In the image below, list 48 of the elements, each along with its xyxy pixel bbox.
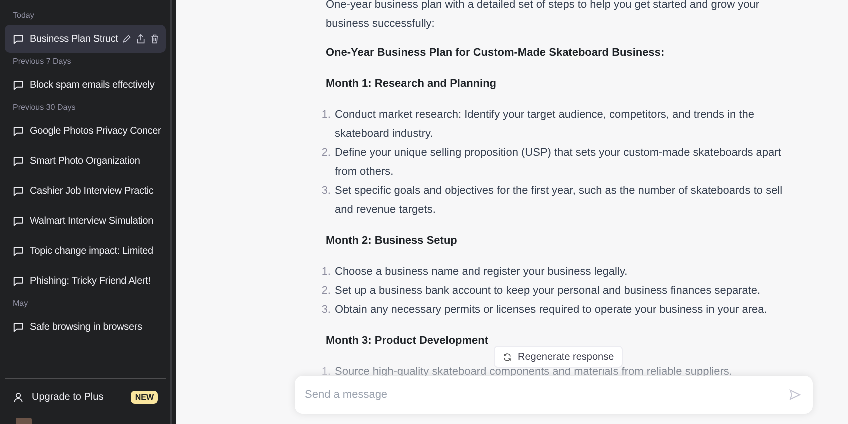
list-item: Define your unique selling proposition (USP) that sets your custom-made skateboards apart from others. [335, 146, 782, 180]
list-number: 2. [320, 146, 331, 161]
section-label: Previous 30 Days [12, 102, 77, 114]
chat-item[interactable]: Google Photos Privacy Concer [5, 117, 166, 145]
chat-item[interactable]: Safe browsing in browsers [5, 313, 166, 341]
list-number: 2. [320, 284, 331, 299]
message-field[interactable]: Send a message [295, 376, 813, 414]
list-number: 1. [320, 108, 331, 123]
section-heading: Month 1: Research and Planning [326, 77, 498, 92]
chat-item[interactable]: Smart Photo Organization [5, 147, 166, 175]
chat-icon [13, 246, 24, 256]
chat-icon [13, 156, 24, 166]
list-item: Conduct market research: Identify your target audience, competitors, and trends in the skateboard industry. [335, 108, 756, 142]
list-item: Obtain any necessary permits or licenses required to operate your business in your area. [335, 303, 768, 318]
chat-icon [13, 276, 24, 286]
list-item: Set specific goals and objectives for the first year, such as the number of skateboards to sell and revenue targets. [335, 184, 784, 218]
chat-icon [13, 322, 24, 332]
chat-icon [13, 80, 24, 90]
chat-icon [13, 34, 24, 44]
edit-icon[interactable] [122, 34, 132, 44]
upgrade-button[interactable]: Upgrade to Plus NEW [5, 387, 166, 408]
list-item: Choose a business name and register your business legally. [335, 265, 628, 280]
section-label: Previous 7 Days [12, 56, 72, 68]
message-paragraph: One-year business plan with a detailed set of steps to help you get started and grow your business successfully: [326, 0, 761, 32]
chat-item[interactable]: Block spam emails effectively [5, 71, 166, 99]
chat-icon [13, 216, 24, 226]
section-label: Today [12, 10, 36, 22]
section-label: May [12, 298, 30, 310]
section-heading: Month 3: Product Development [326, 334, 490, 349]
regenerate-button[interactable]: Regenerate response [494, 346, 624, 368]
chat-icon [13, 126, 24, 136]
user-icon [13, 392, 24, 403]
chat-item[interactable]: Walmart Interview Simulation [5, 207, 166, 235]
section-heading: One-Year Business Plan for Custom-Made Skateboard Business: [326, 46, 666, 61]
delete-icon[interactable] [150, 34, 160, 44]
refresh-icon [503, 352, 512, 362]
list-number: 1. [320, 265, 331, 280]
new-badge: NEW [131, 391, 158, 404]
chat-item[interactable]: Cashier Job Interview Practic [5, 177, 166, 205]
section-heading: Month 2: Business Setup [326, 234, 458, 249]
chat-icon [13, 186, 24, 196]
chat-item[interactable]: Business Plan Struct [5, 25, 166, 53]
share-icon[interactable] [136, 34, 146, 44]
list-number: 3. [320, 184, 331, 199]
list-item: Set up a business bank account to keep your personal and business finances separate. [335, 284, 761, 299]
list-number: 3. [320, 303, 331, 318]
chat-item[interactable]: Topic change impact: Limited [5, 237, 166, 265]
chat-item[interactable]: Phishing: Tricky Friend Alert! [5, 267, 166, 295]
